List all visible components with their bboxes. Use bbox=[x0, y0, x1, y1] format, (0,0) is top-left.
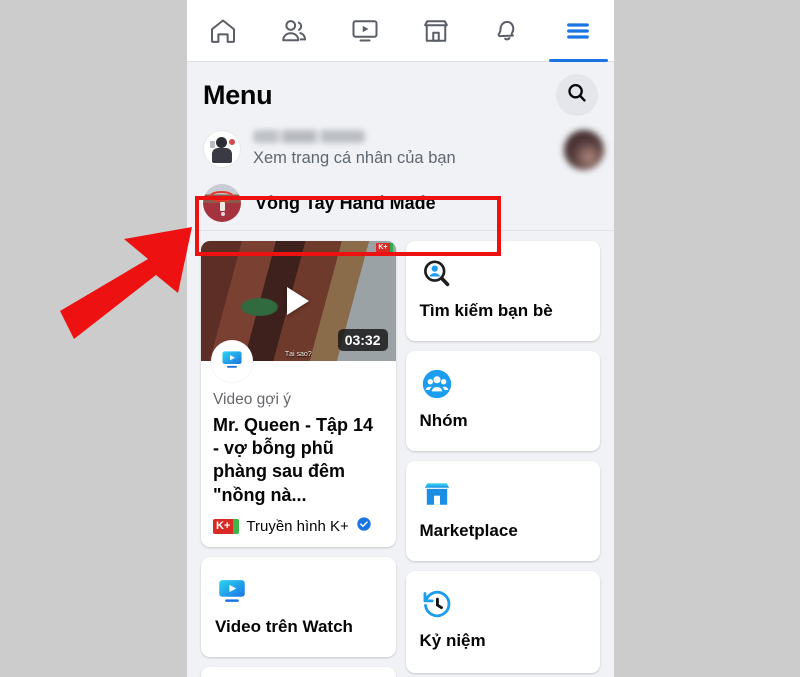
shortcut-ky-niem[interactable]: Kỷ niệm bbox=[405, 571, 600, 673]
cartoon-avatar bbox=[203, 130, 241, 168]
shortcut-nhom[interactable]: Nhóm bbox=[405, 351, 600, 451]
watch-video-icon bbox=[350, 16, 380, 46]
watch-video-icon bbox=[215, 573, 382, 607]
shortcut-label: Video trên Watch bbox=[215, 616, 353, 636]
hamburger-menu-icon bbox=[563, 16, 593, 46]
tab-notifications[interactable] bbox=[472, 0, 543, 61]
kplus-watermark: K+ bbox=[376, 243, 393, 252]
shortcut-label: Kỷ niệm bbox=[419, 631, 486, 650]
friends-icon bbox=[279, 16, 309, 46]
video-source-name: Truyền hình K+ bbox=[246, 517, 349, 535]
video-title: Mr. Queen - Tập 14 - vợ bỗng phũ phàng s… bbox=[213, 415, 374, 505]
marketplace-store-icon bbox=[421, 16, 451, 46]
view-profile-label: Xem trang cá nhân của bạn bbox=[253, 149, 456, 167]
watch-video-icon bbox=[219, 346, 245, 377]
memories-clock-icon bbox=[420, 587, 587, 621]
blurred-profile-photo[interactable] bbox=[564, 130, 604, 170]
profile-texts: Xem trang cá nhân của bạn bbox=[253, 130, 456, 168]
kplus-logo: K+ bbox=[213, 518, 240, 535]
grid-left-column: K+ 03:32 Tại sao? Video gợi ý Mr. Queen … bbox=[201, 241, 396, 677]
red-arrow-pointing-up-right bbox=[52, 215, 202, 355]
search-button[interactable] bbox=[556, 74, 598, 116]
profile-name-blurred bbox=[253, 130, 365, 143]
watch-badge bbox=[211, 340, 253, 382]
search-icon bbox=[565, 81, 589, 110]
screenshot-canvas: Menu Xem trang cá nhân của bạn Vòng Tay … bbox=[0, 0, 800, 677]
shortcut-marketplace[interactable]: Marketplace bbox=[405, 461, 600, 561]
profile-row[interactable]: Xem trang cá nhân của bạn bbox=[187, 124, 614, 176]
verified-badge-icon bbox=[356, 516, 372, 537]
video-duration-badge: 03:32 bbox=[337, 329, 388, 351]
shortcut-tim-kiem-ban-be[interactable]: Tìm kiếm bạn bè bbox=[405, 241, 600, 341]
tab-home[interactable] bbox=[187, 0, 258, 61]
phone-screen: Menu Xem trang cá nhân của bạn Vòng Tay … bbox=[187, 0, 614, 677]
groups-icon bbox=[420, 367, 587, 401]
video-source-row: K+ Truyền hình K+ bbox=[213, 516, 384, 537]
bell-icon bbox=[492, 16, 522, 46]
suggested-video-card[interactable]: K+ 03:32 Tại sao? Video gợi ý Mr. Queen … bbox=[201, 241, 396, 547]
shortcut-label: Tìm kiếm bạn bè bbox=[419, 301, 553, 320]
menu-header: Menu bbox=[187, 62, 614, 124]
play-triangle-icon[interactable] bbox=[287, 287, 310, 315]
friend-search-icon bbox=[420, 257, 587, 291]
page-name-label: Vòng Tay Hand Made bbox=[255, 192, 436, 213]
shortcut-label: Nhóm bbox=[419, 411, 468, 430]
grid-right-column: Tìm kiếm bạn bè Nhóm Marketplace Kỷ niệm bbox=[405, 241, 600, 677]
shortcut-card-partial-left[interactable] bbox=[201, 666, 396, 677]
thumbnail-caption: Tại sao? bbox=[284, 351, 312, 358]
tab-menu[interactable] bbox=[543, 0, 614, 62]
shortcut-video-tren-watch[interactable]: Video trên Watch bbox=[201, 556, 396, 657]
home-icon bbox=[208, 16, 238, 46]
video-kicker-label: Video gợi ý bbox=[213, 391, 291, 408]
tab-friends[interactable] bbox=[258, 0, 329, 61]
shortcuts-grid: K+ 03:32 Tại sao? Video gợi ý Mr. Queen … bbox=[187, 231, 614, 677]
marketplace-store-icon bbox=[420, 477, 587, 511]
page-avatar bbox=[203, 184, 241, 222]
video-card-body: Video gợi ý Mr. Queen - Tập 14 - vợ bỗng… bbox=[201, 361, 396, 541]
page-title: Menu bbox=[203, 79, 273, 110]
tab-watch[interactable] bbox=[329, 0, 400, 61]
shortcut-label: Marketplace bbox=[419, 521, 518, 540]
top-navigation-bar bbox=[187, 0, 614, 62]
page-row-vong-tay-hand-made[interactable]: Vòng Tay Hand Made bbox=[187, 176, 614, 231]
tab-marketplace[interactable] bbox=[401, 0, 472, 61]
